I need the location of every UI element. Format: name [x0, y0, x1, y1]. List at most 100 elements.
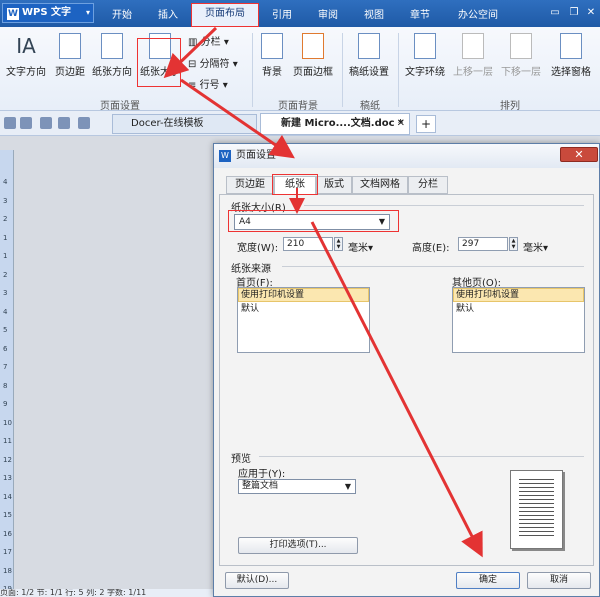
orientation-icon	[101, 33, 123, 59]
width-spinner[interactable]: ▲ ▼	[334, 237, 343, 251]
apply-to-label: 应用于(Y):	[238, 469, 286, 480]
ruler-number: 2	[3, 270, 8, 279]
cancel-button[interactable]: 取消	[527, 572, 591, 589]
orientation-button[interactable]: 纸张方向	[90, 33, 134, 78]
paper-size-select-highlight	[228, 210, 399, 232]
first-page-list[interactable]: 使用打印机设置 默认	[237, 287, 370, 353]
page-border-icon	[302, 33, 324, 59]
width-input[interactable]: 210	[283, 237, 333, 251]
ribbon-separator	[342, 33, 343, 107]
wps-logo-icon: W	[7, 8, 19, 20]
height-label: 高度(E):	[412, 243, 450, 254]
restore-icon[interactable]: ❐	[567, 6, 581, 20]
menu-tab-view[interactable]: 视图	[364, 6, 384, 21]
tab-new-document[interactable]: 新建 Micro....文档.doc * ✕	[260, 113, 410, 135]
list-item[interactable]: 默认	[238, 302, 369, 316]
ruler-number: 6	[3, 344, 8, 353]
open-icon[interactable]	[4, 117, 16, 129]
ruler-number: 18	[3, 566, 12, 575]
breaks-button[interactable]: ⊟ 分隔符 ▾	[188, 55, 238, 70]
ruler-number: 3	[3, 289, 8, 297]
ruler-number: 4	[3, 178, 8, 186]
bring-forward-button[interactable]: 上移一层	[450, 33, 496, 78]
close-tab-icon[interactable]: ✕	[397, 114, 405, 134]
ok-button[interactable]: 确定	[456, 572, 520, 589]
default-button[interactable]: 默认(D)...	[225, 572, 289, 589]
ruler-number: 2	[3, 215, 8, 223]
menu-tab-page-layout[interactable]: 页面布局	[191, 3, 259, 27]
ribbon: IA 文字方向 页边距 纸张方向 纸张大小 ▥ 分栏 ▾ ⊟ 分隔符 ▾ ≡ 行…	[0, 27, 600, 112]
page-border-button[interactable]: 页面边框	[290, 33, 336, 78]
grid-paper-icon	[358, 33, 380, 59]
undo-icon[interactable]	[58, 117, 70, 129]
menu-tab-insert[interactable]: 插入	[158, 6, 178, 21]
list-item[interactable]: 默认	[453, 302, 584, 316]
ruler-number: 1	[3, 252, 8, 260]
apply-to-select[interactable]: 整篇文档 ▼	[238, 479, 356, 494]
height-input[interactable]: 297	[458, 237, 508, 251]
width-label: 宽度(W):	[237, 243, 279, 254]
group-label-page-setup: 页面设置	[100, 101, 140, 112]
ribbon-separator	[252, 33, 253, 107]
text-wrap-button[interactable]: 文字环绕	[402, 33, 448, 78]
page-preview-image	[510, 470, 563, 549]
section-divider	[304, 205, 584, 206]
height-unit-select[interactable]: 毫米▾	[523, 239, 548, 254]
tab-columns[interactable]: 分栏	[408, 176, 448, 194]
tab-document-grid[interactable]: 文档网格	[352, 176, 408, 194]
list-item[interactable]: 使用打印机设置	[238, 288, 369, 302]
wps-menu-button[interactable]: W WPS 文字 ▾	[2, 3, 94, 23]
ruler-number: 15	[3, 511, 12, 519]
print-options-button[interactable]: 打印选项(T)...	[238, 537, 358, 554]
status-bar: 页面: 1/2 节: 1/1 行: 5 列: 2 字数: 1/11	[0, 589, 215, 597]
minimize-icon[interactable]: ▭	[548, 6, 562, 20]
preview-label: 预览	[231, 454, 251, 465]
dialog-close-button[interactable]: ✕	[560, 147, 598, 162]
text-direction-button[interactable]: IA 文字方向	[4, 33, 48, 78]
columns-button[interactable]: ▥ 分栏 ▾	[188, 33, 229, 48]
ribbon-separator	[398, 33, 399, 107]
ruler-number: 5	[3, 326, 8, 334]
tab-margins[interactable]: 页边距	[226, 176, 274, 194]
ruler-number: 14	[3, 492, 12, 501]
ruler-number: 12	[3, 455, 12, 464]
other-pages-list[interactable]: 使用打印机设置 默认	[452, 287, 585, 353]
margins-button[interactable]: 页边距	[52, 33, 88, 78]
group-label-page-background: 页面背景	[278, 101, 318, 112]
menu-tab-review[interactable]: 审阅	[318, 6, 338, 21]
menu-tab-office-space[interactable]: 办公空间	[458, 6, 498, 21]
height-spinner[interactable]: ▲ ▼	[509, 237, 518, 251]
menu-tab-references[interactable]: 引用	[272, 6, 292, 21]
new-tab-plus-icon[interactable]: +	[416, 115, 436, 133]
width-unit-select[interactable]: 毫米▾	[348, 239, 373, 254]
ruler-number: 3	[3, 196, 8, 205]
print-icon[interactable]	[20, 117, 32, 129]
list-item[interactable]: 使用打印机设置	[453, 288, 584, 302]
group-label-grid: 稿纸	[360, 101, 380, 112]
ruler-number: 13	[3, 474, 12, 482]
chevron-down-icon: ▾	[85, 8, 90, 17]
send-backward-button[interactable]: 下移一层	[498, 33, 544, 78]
close-icon[interactable]: ✕	[584, 6, 598, 20]
chevron-down-icon: ▼	[344, 482, 351, 491]
background-button[interactable]: 背景	[256, 33, 288, 78]
tab-docer-templates[interactable]: Docer-在线模板	[112, 114, 257, 134]
print-preview-icon[interactable]	[40, 117, 52, 129]
ruler-number: 4	[3, 307, 8, 316]
redo-icon[interactable]	[78, 117, 90, 129]
paper-size-highlight	[137, 38, 181, 87]
selection-pane-button[interactable]: 选择窗格	[546, 33, 596, 78]
text-direction-icon: IA	[16, 34, 36, 58]
paper-source-label: 纸张来源	[231, 264, 271, 275]
tab-layout[interactable]: 版式	[316, 176, 352, 194]
ruler-number: 8	[3, 381, 8, 390]
vertical-ruler: 432112345678910111213141516171819	[0, 150, 14, 597]
grid-setup-button[interactable]: 稿纸设置	[346, 33, 392, 78]
ruler-number: 10	[3, 418, 12, 427]
menu-tab-chapter[interactable]: 章节	[410, 6, 430, 21]
line-numbers-button[interactable]: ≡ 行号 ▾	[188, 76, 228, 91]
menu-tab-home[interactable]: 开始	[112, 6, 132, 21]
dialog-title: 页面设置	[236, 150, 276, 161]
section-divider	[282, 266, 584, 267]
bring-forward-icon	[462, 33, 484, 59]
